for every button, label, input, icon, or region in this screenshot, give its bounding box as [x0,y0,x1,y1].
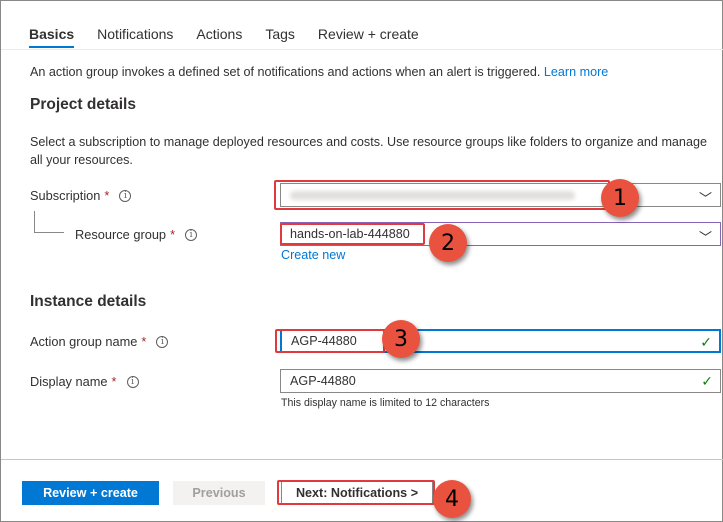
intro-text: An action group invokes a defined set of… [30,65,608,79]
tree-connector-horizontal [34,232,64,233]
display-name-hint: This display name is limited to 12 chara… [281,397,490,409]
instance-details-title: Instance details [30,293,147,310]
subscription-label: Subscription [30,188,101,203]
display-name-label: Display name [30,374,108,389]
checkmark-icon: ✓ [700,334,712,350]
callout-badge-4: 4 [433,480,471,518]
chevron-down-icon: ﹀ [698,191,712,206]
tab-divider [1,49,723,50]
callout-badge-2: 2 [429,224,467,262]
action-group-name-value: AGP-44880 [291,334,357,348]
footer-divider [1,459,723,460]
info-icon[interactable]: i [119,189,132,202]
tab-notifications[interactable]: Notifications [97,26,173,48]
learn-more-link[interactable]: Learn more [544,65,608,79]
info-icon[interactable]: i [156,335,169,348]
required-marker: * [170,227,176,242]
review-create-button[interactable]: Review + create [22,481,159,505]
checkmark-icon: ✓ [701,373,713,389]
tree-connector-vertical [34,211,35,232]
action-group-name-label: Action group name [30,334,138,349]
project-details-title: Project details [30,96,136,113]
resource-group-dropdown[interactable]: hands-on-lab-444880 ﹀ [280,222,721,246]
tab-basics[interactable]: Basics [29,26,75,48]
subscription-redacted-value [290,190,575,200]
action-group-form: Basics Notifications Actions Tags Review… [0,0,723,522]
tab-review-create[interactable]: Review + create [318,26,419,48]
display-name-value: AGP-44880 [290,374,356,388]
required-marker: * [141,334,147,349]
resource-group-value: hands-on-lab-444880 [290,227,410,241]
action-group-name-label-row: Action group name * i [30,334,169,349]
subscription-dropdown[interactable]: ﹀ [280,183,721,207]
resource-group-label: Resource group [75,227,167,242]
callout-badge-1: 1 [601,179,639,217]
display-name-input[interactable]: AGP-44880 ✓ [280,369,721,393]
info-icon[interactable]: i [185,228,198,241]
required-marker: * [104,188,110,203]
subscription-label-row: Subscription * i [30,188,132,203]
resource-group-label-row: Resource group * i [75,227,198,242]
tab-tags[interactable]: Tags [265,26,295,48]
info-icon[interactable]: i [126,375,139,388]
create-new-link[interactable]: Create new [281,248,345,262]
intro-description: An action group invokes a defined set of… [30,65,541,79]
tab-bar: Basics Notifications Actions Tags Review… [29,26,442,48]
previous-button[interactable]: Previous [173,481,265,505]
callout-badge-3: 3 [382,320,420,358]
action-group-name-input[interactable]: AGP-44880 ✓ [280,329,721,353]
display-name-label-row: Display name * i [30,374,139,389]
chevron-down-icon: ﹀ [698,230,712,245]
project-details-description: Select a subscription to manage deployed… [30,135,707,167]
required-marker: * [111,374,117,389]
next-notifications-button[interactable]: Next: Notifications > [281,481,433,505]
tab-actions[interactable]: Actions [196,26,242,48]
